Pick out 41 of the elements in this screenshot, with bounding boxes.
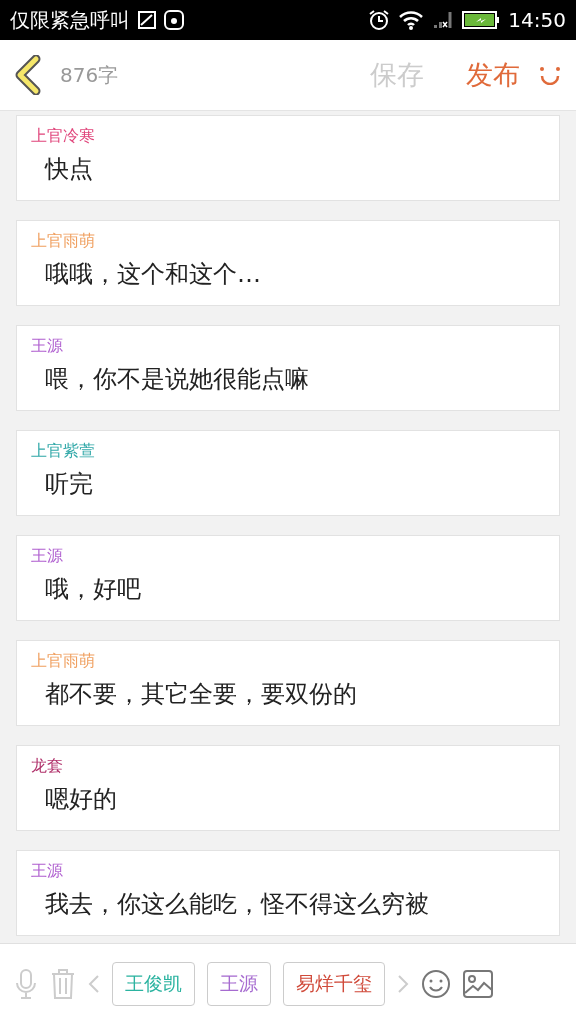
message-card[interactable]: 上官冷寒 快点 xyxy=(16,115,560,201)
speaker-name: 王源 xyxy=(31,336,63,357)
speaker-name: 龙套 xyxy=(31,756,63,777)
message-card[interactable]: 上官紫萱 听完 xyxy=(16,430,560,516)
message-card[interactable]: 上官雨萌 都不要，其它全要，要双份的 xyxy=(16,640,560,726)
microphone-icon[interactable] xyxy=(14,968,38,1000)
speaker-name: 上官紫萱 xyxy=(31,441,95,462)
trash-icon[interactable] xyxy=(50,968,76,1000)
speaker-name: 王源 xyxy=(31,546,63,567)
message-text: 快点 xyxy=(43,154,93,185)
image-icon[interactable] xyxy=(463,970,493,998)
character-chip[interactable]: 王源 xyxy=(207,962,271,1006)
message-card[interactable]: 上官雨萌 哦哦，这个和这个… xyxy=(16,220,560,306)
message-card[interactable]: 龙套 嗯好的 xyxy=(16,745,560,831)
speaker-name: 王源 xyxy=(31,861,63,882)
speaker-name: 上官冷寒 xyxy=(31,126,95,147)
message-text: 我去，你这么能吃，怪不得这么穷被 xyxy=(44,889,429,920)
back-icon[interactable] xyxy=(14,55,42,95)
message-text: 喂，你不是说她很能点嘛 xyxy=(44,364,309,395)
message-card[interactable]: 王源 喂，你不是说她很能点嘛 xyxy=(16,325,560,411)
message-text: 都不要，其它全要，要双份的 xyxy=(44,679,357,710)
speaker-name: 上官雨萌 xyxy=(31,231,95,252)
message-card[interactable]: 王源 哦，好吧 xyxy=(16,535,560,621)
message-card[interactable]: 王源 我去，你这么能吃，怪不得这么穷被 xyxy=(16,850,560,936)
smile-icon xyxy=(538,65,562,85)
alarm-icon xyxy=(368,9,391,31)
status-text: 仅限紧急呼叫 xyxy=(10,6,130,34)
signal-icon xyxy=(432,10,455,30)
word-count: 876字 xyxy=(60,61,120,89)
app-icon xyxy=(164,10,184,30)
emoji-icon[interactable] xyxy=(421,969,451,999)
speaker-name: 上官雨萌 xyxy=(31,651,95,672)
clock-time: 14:50 xyxy=(508,8,566,32)
message-text: 哦哦，这个和这个… xyxy=(44,259,261,290)
wifi-icon xyxy=(398,10,425,30)
message-text: 听完 xyxy=(44,469,93,500)
character-chip[interactable]: 易烊千玺 xyxy=(283,962,385,1006)
battery-icon xyxy=(462,10,501,30)
message-text: 哦，好吧 xyxy=(44,574,141,605)
message-text: 嗯好的 xyxy=(44,784,117,815)
picture-icon xyxy=(138,11,156,29)
